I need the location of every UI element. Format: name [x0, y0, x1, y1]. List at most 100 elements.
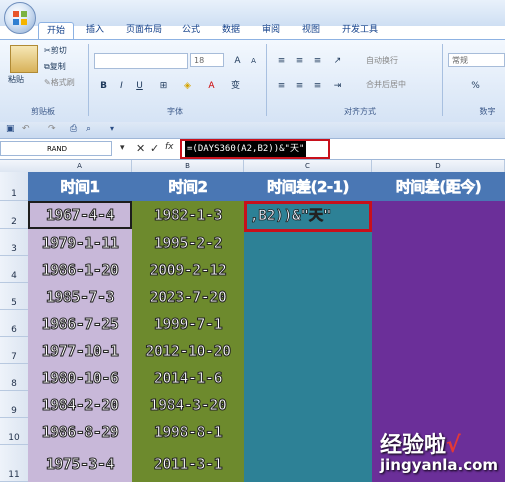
table-cell[interactable]	[244, 283, 372, 310]
shrink-font-icon[interactable]: A	[246, 54, 261, 68]
table-cell[interactable]: 1986-7-25	[28, 310, 132, 337]
italic-button[interactable]: I	[114, 79, 129, 93]
phonetic-icon[interactable]: 变	[228, 79, 243, 93]
row-header[interactable]: 3	[0, 229, 28, 256]
table-cell[interactable]	[372, 256, 505, 283]
table-cell[interactable]	[244, 364, 372, 391]
column-header-b[interactable]: B	[132, 160, 244, 172]
percent-button[interactable]: %	[468, 79, 483, 93]
table-cell[interactable]: 1977-10-1	[28, 337, 132, 364]
column-title-cell[interactable]: 时间差(2-1)	[244, 172, 372, 201]
table-cell[interactable]: 1979-1-11	[28, 229, 132, 256]
table-cell[interactable]: 2014-1-6	[132, 364, 244, 391]
table-cell[interactable]	[244, 310, 372, 337]
insert-function-button[interactable]: fx	[165, 142, 174, 152]
table-cell[interactable]	[244, 229, 372, 256]
table-cell[interactable]: 1986-8-29	[28, 418, 132, 445]
tab-view[interactable]: 视图	[296, 22, 326, 39]
paste-icon[interactable]	[10, 45, 38, 73]
indent-icon[interactable]: ⇥	[330, 79, 345, 93]
table-cell[interactable]: 1984-2-20	[28, 391, 132, 418]
row-header[interactable]: 6	[0, 310, 28, 337]
orientation-icon[interactable]: ↗	[330, 54, 345, 68]
column-header-d[interactable]: D	[372, 160, 505, 172]
column-header-a[interactable]: A	[28, 160, 132, 172]
fill-color-icon[interactable]: ◈	[180, 79, 195, 93]
tab-data[interactable]: 数据	[216, 22, 246, 39]
dropdown-icon[interactable]: ▾	[120, 143, 125, 153]
table-cell[interactable]: 1984-3-20	[132, 391, 244, 418]
table-cell[interactable]: 1995-2-2	[132, 229, 244, 256]
tab-developer[interactable]: 开发工具	[336, 22, 384, 39]
underline-button[interactable]: U	[132, 79, 147, 93]
row-header[interactable]: 8	[0, 364, 28, 391]
column-header-c[interactable]: C	[244, 160, 372, 172]
table-cell[interactable]: 2009-2-12	[132, 256, 244, 283]
table-cell[interactable]	[244, 418, 372, 445]
table-cell[interactable]	[372, 364, 505, 391]
align-top-icon[interactable]: ≡	[274, 54, 289, 68]
editing-cell-c2[interactable]: ,B2))&"天"	[250, 206, 332, 226]
redo-icon[interactable]: ↷	[48, 124, 56, 134]
format-painter-button[interactable]: ✎格式刷	[44, 77, 75, 88]
align-bottom-icon[interactable]: ≡	[310, 54, 325, 68]
column-title-cell[interactable]: 时间1	[28, 172, 132, 201]
tab-review[interactable]: 审阅	[256, 22, 286, 39]
table-cell[interactable]: 2023-7-20	[132, 283, 244, 310]
column-title-cell[interactable]: 时间2	[132, 172, 244, 201]
bold-button[interactable]: B	[96, 79, 111, 93]
table-cell[interactable]	[372, 310, 505, 337]
paste-button[interactable]: 粘贴	[8, 74, 24, 85]
table-cell[interactable]: 1985-7-3	[28, 283, 132, 310]
wrap-text-button[interactable]: 自动换行	[366, 55, 398, 66]
row-header[interactable]: 2	[0, 201, 28, 229]
row-header[interactable]: 1	[0, 172, 28, 201]
tab-home[interactable]: 开始	[38, 22, 74, 40]
table-cell[interactable]	[372, 283, 505, 310]
table-cell[interactable]	[244, 445, 372, 482]
row-header[interactable]: 11	[0, 445, 28, 482]
table-cell[interactable]	[372, 229, 505, 256]
table-cell[interactable]: 2012-10-20	[132, 337, 244, 364]
preview-icon[interactable]: ⌕	[86, 124, 91, 134]
table-cell[interactable]: 1999-7-1	[132, 310, 244, 337]
table-cell[interactable]	[372, 201, 505, 229]
cut-button[interactable]: ✂剪切	[44, 45, 67, 56]
table-cell[interactable]	[372, 391, 505, 418]
column-title-cell[interactable]: 时间差(距今)	[372, 172, 505, 201]
formula-input[interactable]: =(DAYS360(A2,B2))&"天"	[185, 141, 307, 157]
office-button[interactable]	[4, 2, 36, 34]
row-header[interactable]: 4	[0, 256, 28, 283]
font-size-field[interactable]: 18	[190, 53, 224, 67]
customize-qat-icon[interactable]: ▾	[110, 124, 114, 133]
table-cell[interactable]	[244, 256, 372, 283]
name-box[interactable]: RAND	[0, 141, 112, 156]
align-center-icon[interactable]: ≡	[292, 79, 307, 93]
font-color-icon[interactable]: A	[204, 79, 219, 93]
align-right-icon[interactable]: ≡	[310, 79, 325, 93]
undo-icon[interactable]: ↶	[22, 124, 30, 134]
table-cell[interactable]: 1980-10-6	[28, 364, 132, 391]
cancel-icon[interactable]: ✕	[136, 142, 145, 155]
table-cell[interactable]: 1982-1-3	[132, 201, 244, 229]
align-middle-icon[interactable]: ≡	[292, 54, 307, 68]
merge-center-button[interactable]: 合并后居中	[366, 79, 406, 90]
align-left-icon[interactable]: ≡	[274, 79, 289, 93]
copy-button[interactable]: ⧉复制	[44, 61, 66, 72]
table-cell[interactable]	[372, 337, 505, 364]
table-cell[interactable]: 2011-3-1	[132, 445, 244, 482]
row-header[interactable]: 7	[0, 337, 28, 364]
border-icon[interactable]: ⊞	[156, 79, 171, 93]
print-icon[interactable]: ⎙	[70, 124, 77, 134]
tab-insert[interactable]: 插入	[80, 22, 110, 39]
table-cell[interactable]: 1986-1-20	[28, 256, 132, 283]
table-cell[interactable]	[244, 391, 372, 418]
table-cell[interactable]	[244, 337, 372, 364]
table-cell[interactable]: 1998-8-1	[132, 418, 244, 445]
row-header[interactable]: 10	[0, 418, 28, 445]
font-name-field[interactable]	[94, 53, 188, 69]
table-cell[interactable]: 1975-3-4	[28, 445, 132, 482]
tab-page-layout[interactable]: 页面布局	[120, 22, 168, 39]
row-header[interactable]: 9	[0, 391, 28, 418]
number-format-field[interactable]: 常规	[448, 53, 505, 67]
